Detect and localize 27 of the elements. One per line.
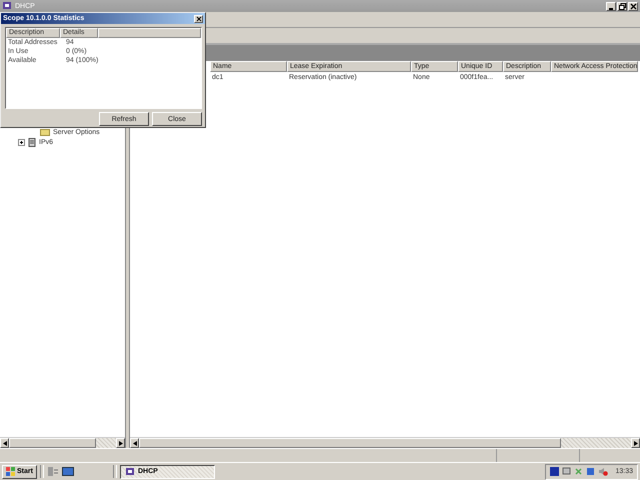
window-icon — [586, 467, 596, 476]
left-arrow-icon — [132, 440, 136, 446]
monitor-icon[interactable] — [62, 466, 74, 477]
volume-muted-icon — [598, 467, 608, 476]
folder-icon — [40, 128, 50, 136]
horizontal-scrollbar[interactable] — [0, 437, 125, 448]
server-icon — [28, 138, 36, 146]
restore-button[interactable] — [617, 2, 627, 10]
horizontal-scrollbar[interactable] — [130, 437, 640, 448]
scroll-left-button[interactable] — [0, 438, 9, 448]
minimize-button[interactable] — [606, 2, 616, 10]
app-icon — [124, 466, 135, 476]
left-arrow-icon — [2, 440, 6, 446]
right-arrow-icon — [118, 440, 122, 446]
scroll-right-button[interactable] — [116, 438, 125, 448]
scroll-right-button[interactable] — [631, 438, 640, 448]
expand-icon[interactable] — [18, 138, 25, 146]
close-button[interactable] — [628, 2, 638, 10]
scroll-left-button[interactable] — [130, 438, 139, 448]
app-icon — [2, 1, 12, 11]
network-icon — [562, 467, 572, 476]
scroll-thumb[interactable] — [139, 438, 561, 448]
square-icon — [550, 467, 560, 476]
windows-logo-icon — [6, 467, 15, 476]
right-arrow-icon — [634, 440, 638, 446]
column-header[interactable] — [98, 28, 201, 38]
scroll-thumb[interactable] — [9, 438, 96, 448]
